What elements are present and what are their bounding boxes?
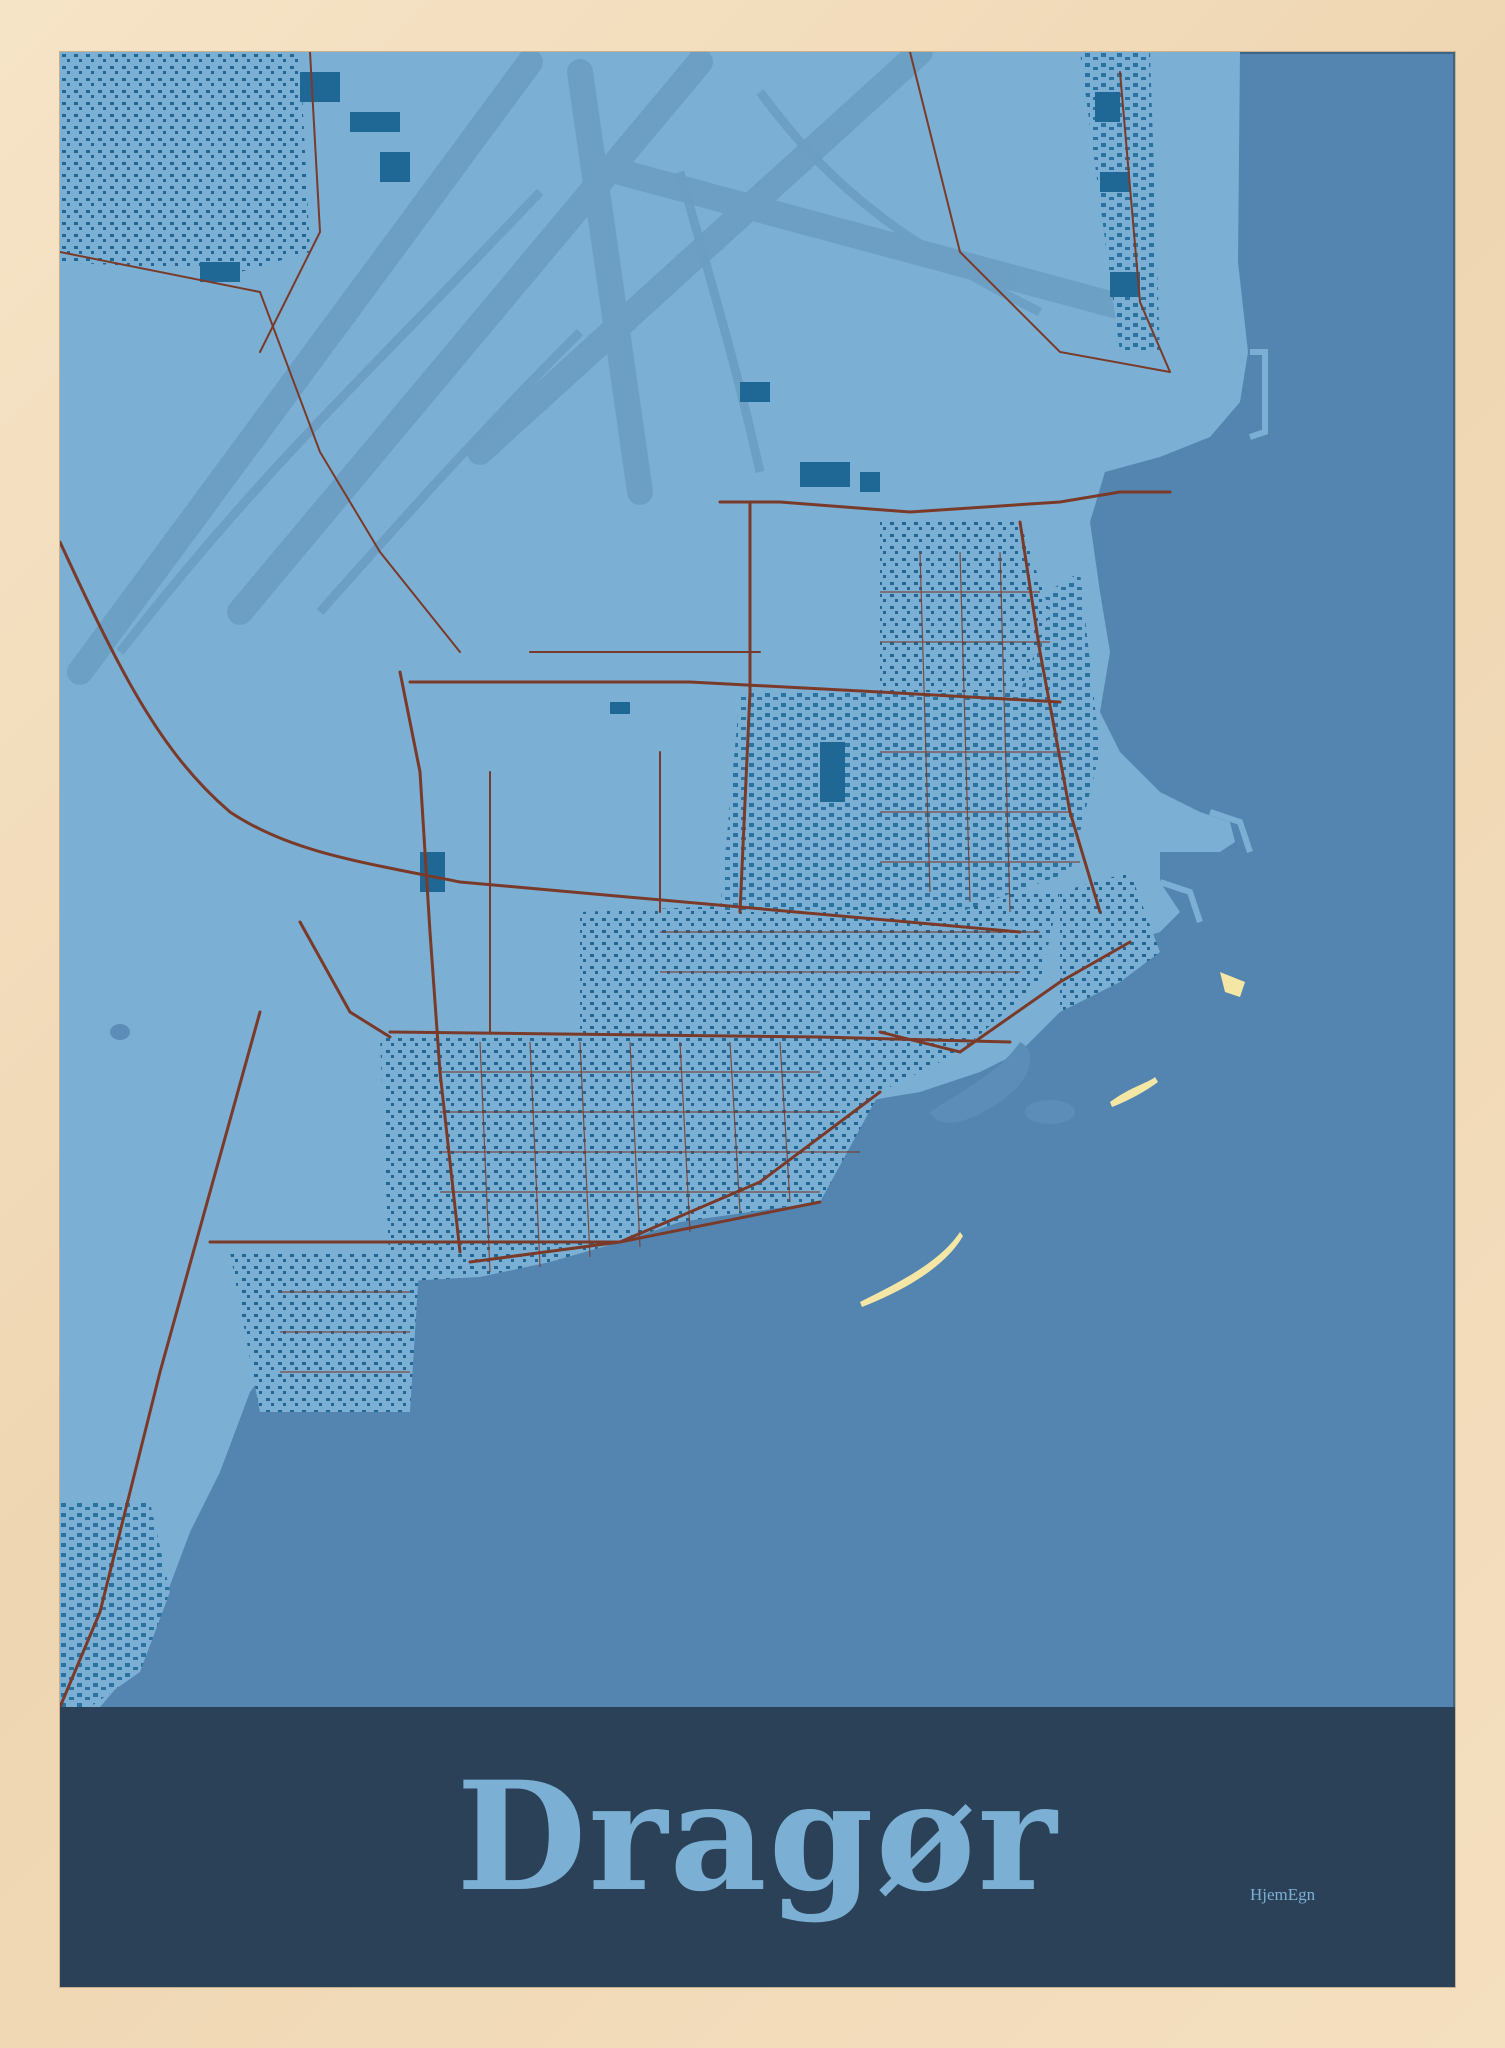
- brand-logo: HjemEgn: [1250, 1885, 1316, 1904]
- wooden-frame: Dragør HjemEgn: [0, 0, 1505, 2048]
- map-poster: Dragør HjemEgn: [60, 52, 1455, 1987]
- street-map: [60, 52, 1268, 1707]
- city-name-title: Dragør: [456, 1749, 1059, 1925]
- title-band: Dragør HjemEgn: [60, 1707, 1455, 1987]
